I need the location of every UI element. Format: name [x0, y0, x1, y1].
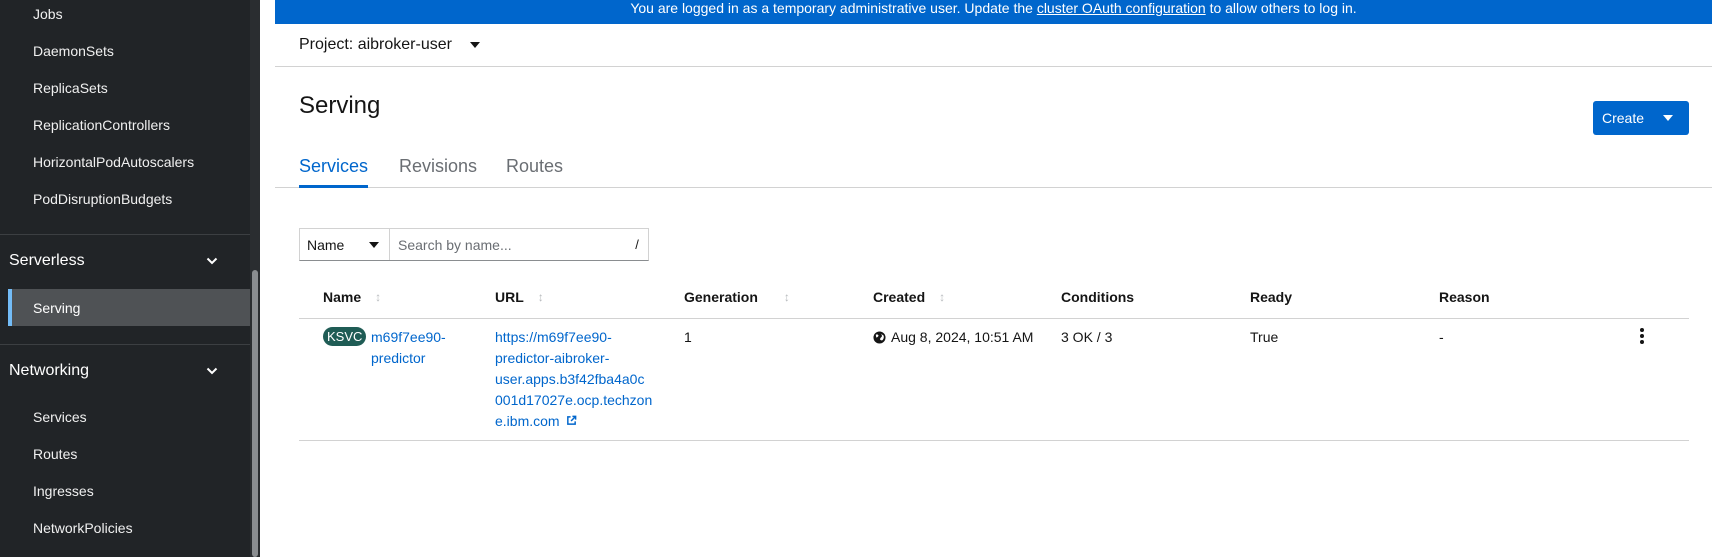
- column-header-label: Created: [873, 289, 926, 305]
- sidebar-item-ingresses[interactable]: Ingresses: [33, 481, 94, 501]
- column-header-created[interactable]: Created ↕: [873, 289, 949, 305]
- sidebar-item-label: Serving: [33, 299, 81, 316]
- cluster-oauth-link[interactable]: cluster OAuth configuration: [1037, 0, 1206, 16]
- tab-bar: Services Revisions Routes: [275, 150, 1712, 188]
- generation-value: 1: [684, 329, 692, 345]
- created-cell: Aug 8, 2024, 10:51 AM: [873, 327, 1033, 348]
- column-header-label: Ready: [1250, 289, 1293, 305]
- table-header-divider: [299, 318, 1689, 319]
- admin-banner: You are logged in as a temporary adminis…: [275, 0, 1712, 24]
- sort-icon[interactable]: ↕: [538, 290, 548, 304]
- sidebar-item-serving[interactable]: Serving: [8, 289, 250, 326]
- caret-down-icon: [369, 241, 379, 248]
- column-header-name[interactable]: Name ↕: [323, 289, 385, 305]
- project-selector[interactable]: Project: aibroker-user: [299, 36, 480, 54]
- project-bar: Project: aibroker-user: [275, 24, 1712, 67]
- sidebar-item-poddisruptionbudgets[interactable]: PodDisruptionBudgets: [33, 189, 172, 209]
- column-header-label: Name: [323, 289, 362, 305]
- app: Jobs DaemonSets ReplicaSets ReplicationC…: [0, 0, 1712, 557]
- sort-icon[interactable]: ↕: [784, 290, 794, 304]
- tab-revisions[interactable]: Revisions: [399, 156, 477, 177]
- sidebar-item-horizontalpodautoscalers[interactable]: HorizontalPodAutoscalers: [33, 152, 194, 172]
- tab-routes[interactable]: Routes: [506, 156, 563, 177]
- service-url-link[interactable]: https://m69f7ee90- predictor-aibroker- u…: [495, 327, 655, 432]
- service-name-link[interactable]: m69f7ee90- predictor: [371, 327, 446, 369]
- column-header-ready: Ready: [1250, 289, 1292, 305]
- column-header-generation[interactable]: Generation ↕: [684, 289, 794, 305]
- sidebar-section-label: Serverless: [9, 251, 85, 269]
- column-header-conditions: Conditions: [1061, 289, 1134, 305]
- globe-icon: [873, 331, 886, 344]
- sidebar-section-serverless[interactable]: Serverless: [0, 234, 250, 286]
- chevron-down-icon: [206, 257, 218, 264]
- sidebar-item-routes[interactable]: Routes: [33, 444, 77, 464]
- filter-toolbar: Name /: [299, 228, 649, 261]
- create-button[interactable]: Create: [1593, 101, 1689, 135]
- sidebar-item-jobs[interactable]: Jobs: [33, 4, 63, 24]
- sort-icon[interactable]: ↕: [375, 290, 385, 304]
- sidebar-scrollbar[interactable]: [250, 0, 260, 557]
- reason-value: -: [1439, 329, 1444, 345]
- sidebar-item-networkpolicies[interactable]: NetworkPolicies: [33, 518, 133, 538]
- sort-icon[interactable]: ↕: [939, 290, 949, 304]
- service-name-line: m69f7ee90-: [371, 329, 446, 345]
- caret-down-icon: [469, 42, 480, 48]
- column-header-url[interactable]: URL ↕: [495, 289, 548, 305]
- table-row-divider: [299, 440, 1689, 441]
- ksvc-badge: KSVC: [323, 327, 367, 346]
- sidebar-item-daemonsets[interactable]: DaemonSets: [33, 41, 114, 61]
- kebab-icon[interactable]: [1639, 328, 1645, 344]
- column-header-label: URL: [495, 289, 524, 305]
- filter-type-dropdown[interactable]: Name: [300, 229, 390, 260]
- url-line: user.apps.b3f42fba4a0c: [495, 371, 645, 387]
- sidebar-item-replicasets[interactable]: ReplicaSets: [33, 78, 108, 98]
- sidebar-section-networking[interactable]: Networking: [0, 344, 250, 396]
- project-label: Project: aibroker-user: [299, 36, 452, 53]
- column-header-label: Generation: [684, 289, 758, 305]
- service-name-line: predictor: [371, 350, 426, 366]
- tab-services[interactable]: Services: [299, 156, 369, 188]
- keyboard-shortcut-hint: /: [635, 237, 639, 252]
- search-input[interactable]: [390, 229, 626, 260]
- sidebar-item-services[interactable]: Services: [33, 407, 87, 427]
- banner-text-prefix: You are logged in as a temporary adminis…: [630, 0, 1037, 16]
- chevron-down-icon: [206, 367, 218, 374]
- url-line: predictor-aibroker-: [495, 350, 610, 366]
- caret-down-icon: [1663, 115, 1674, 121]
- page-title: Serving: [299, 92, 381, 119]
- ready-value: True: [1250, 329, 1279, 345]
- column-header-reason: Reason: [1439, 289, 1490, 305]
- sidebar: Jobs DaemonSets ReplicaSets ReplicationC…: [0, 0, 260, 557]
- sidebar-section-label: Networking: [9, 361, 90, 379]
- column-header-label: Conditions: [1061, 289, 1135, 305]
- filter-type-label: Name: [307, 236, 345, 253]
- scrollbar-thumb[interactable]: [252, 270, 258, 557]
- url-line: 001d17027e.ocp.techzon: [495, 392, 653, 408]
- url-line: https://m69f7ee90-: [495, 329, 612, 345]
- created-timestamp: Aug 8, 2024, 10:51 AM: [891, 329, 1034, 345]
- column-header-label: Reason: [1439, 289, 1490, 305]
- external-link-icon: [567, 415, 577, 425]
- conditions-value: 3 OK / 3: [1061, 329, 1113, 345]
- banner-text-suffix: to allow others to log in.: [1205, 0, 1357, 16]
- sidebar-item-replicationcontrollers[interactable]: ReplicationControllers: [33, 115, 170, 135]
- url-line: e.ibm.com: [495, 413, 560, 429]
- create-button-label: Create: [1602, 110, 1645, 126]
